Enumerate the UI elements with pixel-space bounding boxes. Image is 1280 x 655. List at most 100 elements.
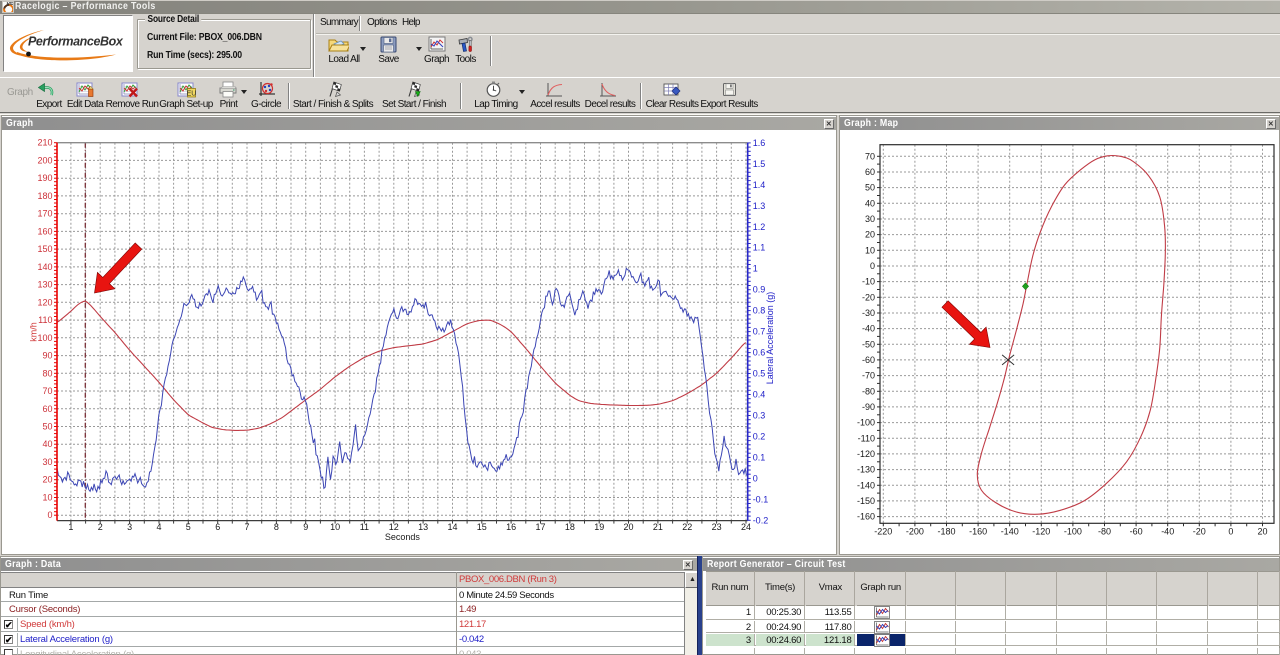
svg-text:180: 180 xyxy=(37,191,52,201)
svg-text:10: 10 xyxy=(42,493,52,503)
svg-text:-110: -110 xyxy=(858,433,875,443)
svg-text:200: 200 xyxy=(37,155,52,165)
svg-text:19: 19 xyxy=(594,522,604,532)
svg-text:7: 7 xyxy=(244,522,249,532)
svg-text:0: 0 xyxy=(47,510,52,520)
svg-text:10: 10 xyxy=(865,245,875,255)
svg-text:40: 40 xyxy=(42,439,52,449)
svg-text:-130: -130 xyxy=(857,465,875,475)
svg-text:-200: -200 xyxy=(906,526,924,536)
svg-text:-120: -120 xyxy=(857,449,875,459)
svg-text:0.7: 0.7 xyxy=(753,327,766,337)
svg-text:-0.1: -0.1 xyxy=(753,494,769,504)
svg-text:210: 210 xyxy=(37,138,52,148)
svg-text:110: 110 xyxy=(38,315,52,325)
svg-text:-140: -140 xyxy=(1001,526,1019,536)
svg-text:6: 6 xyxy=(215,522,220,532)
svg-text:-0.2: -0.2 xyxy=(753,515,769,525)
svg-text:-90: -90 xyxy=(862,402,875,412)
svg-text:170: 170 xyxy=(37,209,52,219)
svg-text:-100: -100 xyxy=(1064,526,1082,536)
svg-text:-20: -20 xyxy=(1193,526,1206,536)
svg-text:0.8: 0.8 xyxy=(753,306,766,316)
svg-text:0.6: 0.6 xyxy=(753,348,766,358)
svg-text:-120: -120 xyxy=(1032,526,1050,536)
svg-text:80: 80 xyxy=(42,368,52,378)
svg-text:-160: -160 xyxy=(857,512,875,522)
svg-text:km/h: km/h xyxy=(29,322,39,342)
svg-text:0.1: 0.1 xyxy=(753,452,766,462)
svg-text:-80: -80 xyxy=(862,386,875,396)
svg-text:1: 1 xyxy=(753,264,758,274)
svg-text:-50: -50 xyxy=(862,339,875,349)
svg-text:-40: -40 xyxy=(1161,526,1174,536)
svg-text:1.5: 1.5 xyxy=(753,159,766,169)
svg-text:30: 30 xyxy=(42,457,52,467)
svg-text:8: 8 xyxy=(274,522,279,532)
svg-text:150: 150 xyxy=(37,244,52,254)
svg-text:20: 20 xyxy=(623,522,633,532)
svg-text:-60: -60 xyxy=(1130,526,1143,536)
svg-text:20: 20 xyxy=(42,475,52,485)
svg-text:0.5: 0.5 xyxy=(753,369,766,379)
svg-text:-220: -220 xyxy=(874,526,892,536)
svg-text:9: 9 xyxy=(303,522,308,532)
svg-text:1.6: 1.6 xyxy=(753,138,766,148)
svg-text:70: 70 xyxy=(42,386,52,396)
svg-text:Lateral Acceleration (g): Lateral Acceleration (g) xyxy=(765,292,775,385)
svg-text:13: 13 xyxy=(418,522,428,532)
svg-text:60: 60 xyxy=(865,167,875,177)
svg-text:20: 20 xyxy=(1257,526,1267,536)
svg-text:-140: -140 xyxy=(857,480,875,490)
svg-text:PerformanceBox: PerformanceBox xyxy=(28,35,124,49)
svg-text:16: 16 xyxy=(506,522,516,532)
svg-text:50: 50 xyxy=(865,183,875,193)
svg-text:50: 50 xyxy=(42,422,52,432)
svg-text:0: 0 xyxy=(753,473,758,483)
svg-text:160: 160 xyxy=(37,226,52,236)
svg-text:1.4: 1.4 xyxy=(753,180,766,190)
svg-text:Seconds: Seconds xyxy=(385,532,421,542)
svg-text:EU: EU xyxy=(187,91,196,98)
svg-text:4: 4 xyxy=(156,522,161,532)
svg-text:0.4: 0.4 xyxy=(753,390,766,400)
svg-text:-30: -30 xyxy=(862,308,875,318)
svg-text:0.9: 0.9 xyxy=(753,285,766,295)
svg-text:14: 14 xyxy=(447,522,457,532)
svg-text:70: 70 xyxy=(865,151,875,161)
svg-text:0.2: 0.2 xyxy=(753,431,766,441)
svg-text:23: 23 xyxy=(712,522,722,532)
svg-text:30: 30 xyxy=(865,214,875,224)
svg-text:24: 24 xyxy=(741,522,751,532)
svg-text:12: 12 xyxy=(389,522,399,532)
svg-text:40: 40 xyxy=(865,198,875,208)
svg-text:140: 140 xyxy=(37,262,52,272)
svg-text:20: 20 xyxy=(865,230,875,240)
svg-text:5: 5 xyxy=(186,522,191,532)
svg-text:120: 120 xyxy=(37,297,52,307)
svg-text:-160: -160 xyxy=(969,526,987,536)
svg-text:-40: -40 xyxy=(862,324,875,334)
svg-text:10: 10 xyxy=(330,522,340,532)
svg-text:-70: -70 xyxy=(862,371,875,381)
svg-text:1.2: 1.2 xyxy=(753,222,766,232)
svg-text:2: 2 xyxy=(98,522,103,532)
svg-text:0.3: 0.3 xyxy=(753,411,766,421)
svg-text:3: 3 xyxy=(127,522,132,532)
svg-text:1: 1 xyxy=(68,522,73,532)
svg-text:-80: -80 xyxy=(1098,526,1111,536)
svg-text:18: 18 xyxy=(565,522,575,532)
svg-text:17: 17 xyxy=(535,522,545,532)
svg-text:-180: -180 xyxy=(937,526,955,536)
svg-text:11: 11 xyxy=(360,522,369,532)
svg-text:21: 21 xyxy=(653,522,663,532)
svg-text:60: 60 xyxy=(42,404,52,414)
svg-text:1.3: 1.3 xyxy=(753,201,766,211)
svg-text:-100: -100 xyxy=(857,418,875,428)
svg-text:15: 15 xyxy=(477,522,487,532)
svg-text:1.1: 1.1 xyxy=(753,243,766,253)
svg-text:-60: -60 xyxy=(862,355,875,365)
svg-text:-20: -20 xyxy=(862,292,875,302)
svg-text:0: 0 xyxy=(870,261,875,271)
svg-text:100: 100 xyxy=(37,333,52,343)
